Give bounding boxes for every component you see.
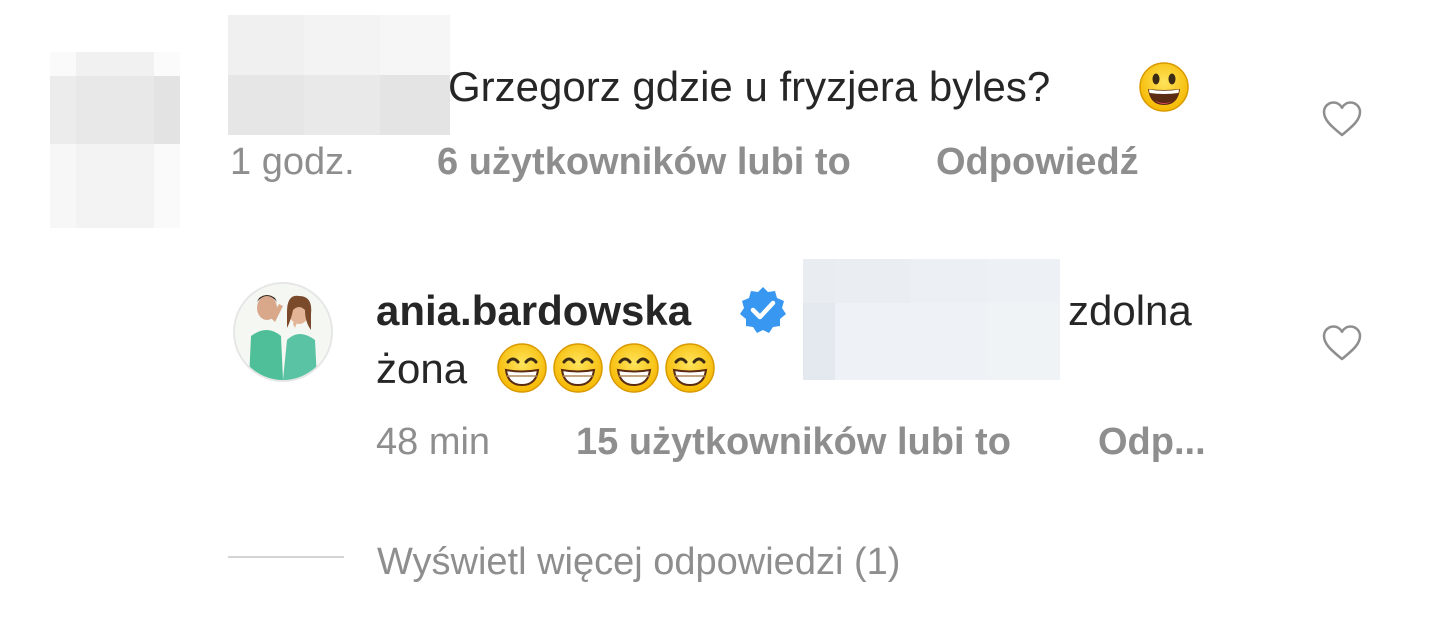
beaming-face-emoji-icon	[609, 343, 659, 393]
reply-text-end: zdolna	[1068, 287, 1192, 334]
commenter-avatar-censored[interactable]	[50, 52, 180, 228]
comment-likes-link[interactable]: 6 użytkowników lubi to	[437, 140, 851, 184]
reply-timestamp: 48 min	[376, 421, 491, 463]
comment-reply-button[interactable]: Odpowiedź	[936, 140, 1139, 184]
beaming-face-emoji-icon	[497, 343, 547, 393]
comment-timestamp: 1 godz.	[230, 141, 355, 183]
reply-username[interactable]: ania.bardowska	[376, 282, 691, 340]
reply-likes-link[interactable]: 15 użytkowników lubi to	[576, 420, 1011, 464]
avatar-photo-icon	[235, 284, 331, 380]
grinning-face-emoji-icon	[1139, 62, 1189, 112]
heart-icon[interactable]	[1321, 323, 1363, 363]
comment-text: Grzegorz gdzie u fryzjera byles?	[448, 63, 1051, 110]
commenter-username-censored[interactable]	[228, 15, 450, 135]
view-more-replies-button[interactable]: Wyświetl więcej odpowiedzi (1)	[377, 540, 900, 584]
heart-icon[interactable]	[1321, 99, 1363, 139]
reply-avatar[interactable]	[233, 282, 333, 382]
reply-reply-button[interactable]: Odp...	[1098, 420, 1206, 464]
view-more-divider	[228, 556, 344, 558]
verified-badge-icon	[740, 287, 786, 333]
beaming-face-emoji-icon	[553, 343, 603, 393]
mentioned-user-censored[interactable]	[803, 259, 1060, 380]
reply-text-line2: żona	[376, 345, 468, 392]
beaming-face-emoji-icon	[665, 343, 715, 393]
